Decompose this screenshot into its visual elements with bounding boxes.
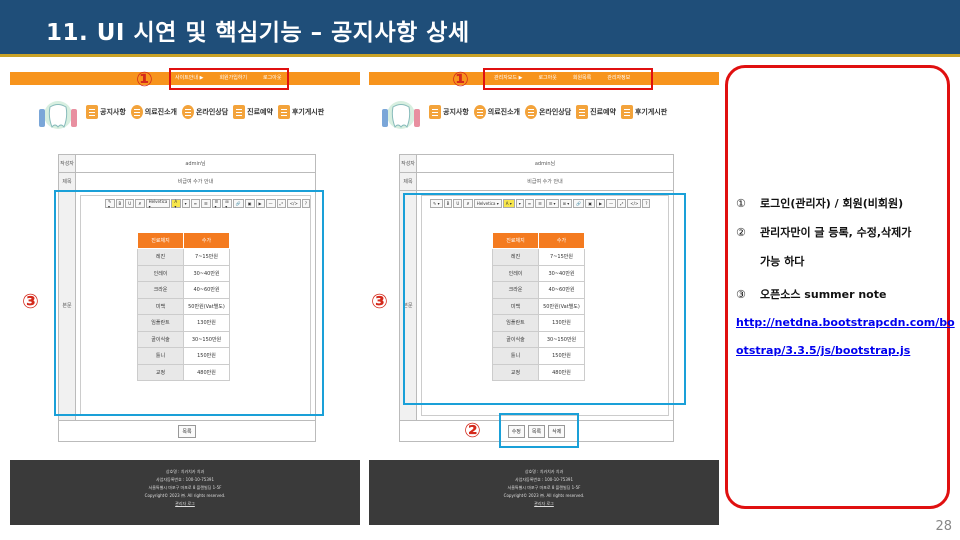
menu-reservation[interactable]: 진료예약 <box>233 105 273 119</box>
writer-row: 작성자 admin님 <box>59 155 315 173</box>
footer-admin-link[interactable]: 관리자 로그 <box>10 500 360 508</box>
document-icon <box>86 105 98 119</box>
slide: 11. UI 시연 및 핵심기능 – 공지사항 상세 사이트안내 ▶ 회원가입하… <box>0 0 960 540</box>
site-footer: 상호명 : 치카치카 치과 사업자등록번호 : 100-10-75391 서울특… <box>10 460 360 525</box>
footer-company: 상호명 : 치카치카 치과 <box>524 469 564 474</box>
footer-admin-link[interactable]: 관리자 로그 <box>369 500 719 508</box>
menu-consult[interactable]: 온라인상담 <box>524 105 571 119</box>
subject-label: 제목 <box>400 173 417 190</box>
menu-doctors[interactable]: 의료진소개 <box>130 105 177 119</box>
footer-address: 서울특별시 마포구 마포로 8 플랜빌딩 1-5F <box>507 485 581 490</box>
document-icon <box>620 105 633 119</box>
site-footer: 상호명 : 치카치카 치과 사업자등록번호 : 100-10-75391 서울특… <box>369 460 719 525</box>
tooth-icon <box>233 105 246 119</box>
description-panel: ① 로그인(관리자) / 회원(비회원) ② 관리자만이 글 등록, 수정,삭제가 … <box>725 65 955 509</box>
menu-notice[interactable]: 공지사항 <box>86 105 126 119</box>
footer-copyright: Copyright© 2023 ㈜. All rights reserved. <box>144 493 226 498</box>
tooth-icon <box>576 105 589 119</box>
main-menu: 공지사항 의료진소개 온라인상담 진료예약 후기게시판 <box>86 105 324 119</box>
footer-biz-number: 사업자등록번호 : 100-10-75391 <box>515 477 573 482</box>
marker-2-right: ② <box>464 418 481 442</box>
main-menu-area: 공지사항 의료진소개 온라인상담 진료예약 후기게시판 <box>36 97 336 133</box>
plus-icon <box>473 105 486 119</box>
menu-notice[interactable]: 공지사항 <box>429 105 469 119</box>
bootstrap-link-part2[interactable]: otstrap/3.3.5/js/bootstrap.js <box>736 344 910 357</box>
slide-title: 11. UI 시연 및 핵심기능 – 공지사항 상세 <box>46 20 470 46</box>
menu-reviews[interactable]: 후기게시판 <box>277 105 324 119</box>
subject-value: 비급여 수가 안내 <box>177 179 214 185</box>
marker-1-left: ① <box>136 67 153 91</box>
writer-row: 작성자 admin님 <box>400 155 673 173</box>
title-bar: 11. UI 시연 및 핵심기능 – 공지사항 상세 <box>0 0 960 57</box>
marker-3-left: ③ <box>22 289 39 313</box>
note-line-3: ③ 오픈소스 summer note <box>736 288 887 301</box>
document-icon <box>429 105 441 119</box>
subject-label: 제목 <box>59 173 76 190</box>
writer-label: 작성자 <box>59 155 76 172</box>
main-menu: 공지사항 의료진소개 온라인상담 진료예약 후기게시판 <box>429 105 667 119</box>
plus-icon <box>130 105 143 119</box>
buttons-highlight-right <box>499 413 579 448</box>
person-icon <box>524 105 537 119</box>
footer-address: 서울특별시 마포구 마포로 8 플랜빌딩 1-5F <box>148 485 222 490</box>
subject-value: 비급여 수가 안내 <box>527 179 563 185</box>
main-menu-area: 공지사항 의료진소개 온라인상담 진료예약 후기게시판 <box>379 97 679 133</box>
subject-row: 제목 비급여 수가 안내 <box>59 173 315 191</box>
menu-reservation[interactable]: 진료예약 <box>576 105 616 119</box>
footer-copyright: Copyright© 2023 ㈜. All rights reserved. <box>503 493 585 498</box>
menu-consult[interactable]: 온라인상담 <box>181 105 228 119</box>
form-buttons: 목록 <box>59 421 315 441</box>
writer-value: admin님 <box>185 161 206 167</box>
note-line-2b: 가능 하다 <box>760 255 805 268</box>
editor-highlight-left <box>54 190 324 416</box>
editor-highlight-right <box>403 193 686 405</box>
note-line-1: ① 로그인(관리자) / 회원(비회원) <box>736 197 904 210</box>
writer-value: admin님 <box>534 161 556 167</box>
writer-label: 작성자 <box>400 155 417 172</box>
marker-1-right: ① <box>452 67 469 91</box>
marker-3-right: ③ <box>371 289 388 313</box>
nav-highlight-left <box>169 68 289 90</box>
page-number: 28 <box>935 519 952 534</box>
footer-biz-number: 사업자등록번호 : 100-10-75391 <box>156 477 214 482</box>
tooth-mascot-logo <box>382 101 420 129</box>
menu-doctors[interactable]: 의료진소개 <box>473 105 520 119</box>
note-line-2a: ② 관리자만이 글 등록, 수정,삭제가 <box>736 226 912 239</box>
person-icon <box>181 105 194 119</box>
tooth-mascot-logo <box>39 101 77 129</box>
subject-row: 제목 비급여 수가 안내 <box>400 173 673 191</box>
menu-reviews[interactable]: 후기게시판 <box>620 105 667 119</box>
nav-highlight-right <box>483 68 653 90</box>
footer-company: 상호명 : 치카치카 치과 <box>165 469 205 474</box>
document-icon <box>277 105 290 119</box>
bootstrap-link-part1[interactable]: http://netdna.bootstrapcdn.com/bo <box>736 316 955 329</box>
list-button[interactable]: 목록 <box>178 424 196 438</box>
